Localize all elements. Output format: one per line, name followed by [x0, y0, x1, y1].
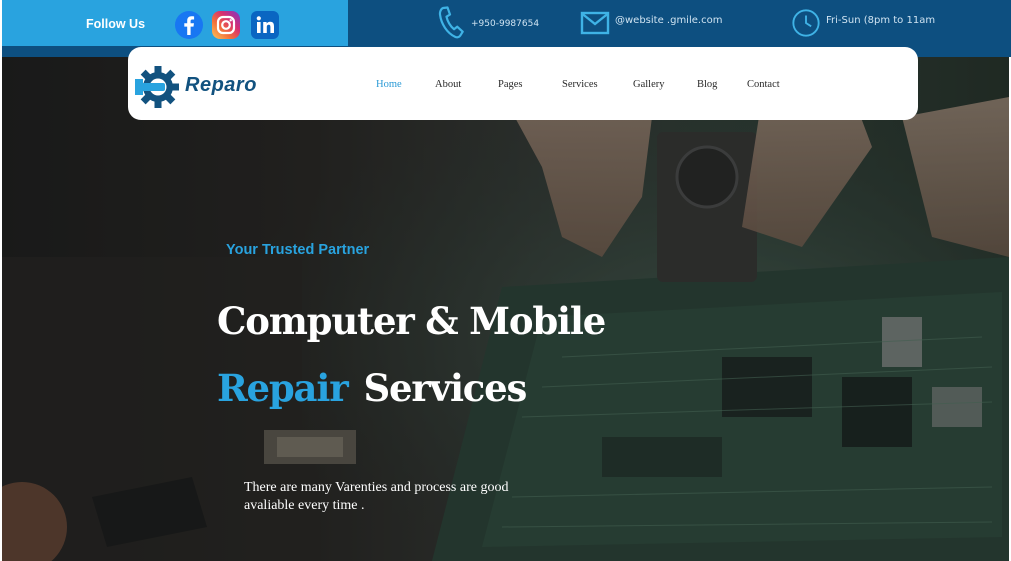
- follow-us-label: Follow Us: [86, 17, 146, 31]
- hero-headline-rest: Services: [363, 366, 527, 410]
- instagram-icon[interactable]: [211, 10, 241, 40]
- facebook-icon[interactable]: [174, 10, 204, 40]
- nav-services[interactable]: Services: [562, 79, 598, 90]
- email-address: @website .gmile.com: [615, 14, 723, 26]
- hero-headline-accent: Repair: [217, 366, 349, 410]
- nav-about[interactable]: About: [435, 79, 461, 90]
- clock-icon: [791, 6, 821, 40]
- linkedin-icon[interactable]: [250, 10, 280, 40]
- nav-home[interactable]: Home: [376, 79, 402, 90]
- follow-us-panel: Follow Us: [2, 0, 348, 46]
- hero-description: There are many Varenties and process are…: [244, 480, 509, 513]
- opening-hours: Fri-Sun (8pm to 11am: [791, 0, 935, 46]
- nav-pages[interactable]: Pages: [498, 79, 523, 90]
- hero-headline-line1: Computer & Mobile: [217, 299, 606, 343]
- phone-icon: [436, 6, 466, 40]
- brand-logo[interactable]: Reparo: [135, 64, 257, 110]
- opening-hours-text: Fri-Sun (8pm to 11am: [826, 14, 936, 26]
- mail-icon: [580, 6, 610, 40]
- phone-contact[interactable]: +950-9987654: [436, 0, 539, 46]
- nav-blog[interactable]: Blog: [697, 79, 717, 90]
- nav-contact[interactable]: Contact: [747, 79, 780, 90]
- hero-tagline: Your Trusted Partner: [226, 242, 370, 258]
- gear-wrench-icon: [135, 66, 179, 108]
- hero-headline-line2: Repair Services: [217, 366, 527, 410]
- brand-name: Reparo: [185, 73, 257, 96]
- nav-gallery[interactable]: Gallery: [633, 79, 665, 90]
- phone-number: +950-9987654: [471, 19, 540, 29]
- email-contact[interactable]: @website .gmile.com: [580, 0, 722, 46]
- navigation-bar: Reparo Home About Pages Services Gallery…: [128, 47, 918, 120]
